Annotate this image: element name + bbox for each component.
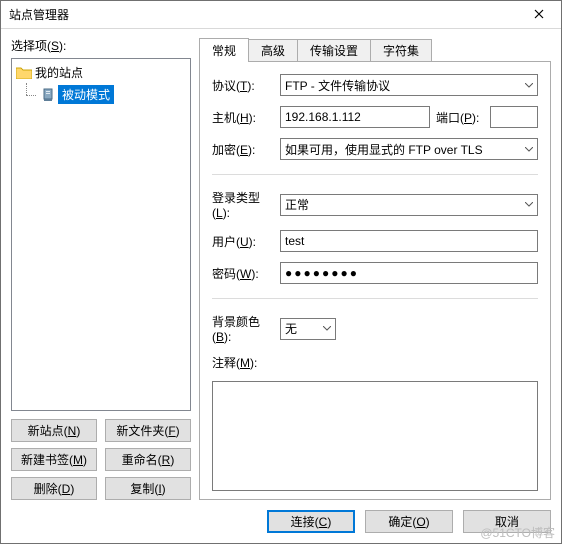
folder-icon [16,66,32,79]
row-logon: 登录类型(L): 正常 [212,189,538,220]
divider [212,174,538,175]
encryption-value: 如果可用，使用显式的 FTP over TLS [285,141,483,158]
main-row: 选择项(S): 我的站点 被动模式 [11,37,551,500]
chevron-down-icon [323,326,331,331]
connect-button[interactable]: 连接(C) [267,510,355,533]
bgcolor-label: 背景颜色(B): [212,313,274,344]
new-folder-button[interactable]: 新文件夹(F) [105,419,191,442]
row-host: 主机(H): 192.168.1.112 端口(P): [212,106,538,128]
chevron-down-icon [525,202,533,207]
tree-root-label: 我的站点 [35,64,83,81]
cancel-button[interactable]: 取消 [463,510,551,533]
logon-value: 正常 [285,196,309,213]
site-manager-window: 站点管理器 选择项(S): 我的站点 [0,0,562,544]
host-label: 主机(H): [212,109,274,126]
encryption-select[interactable]: 如果可用，使用显式的 FTP over TLS [280,138,538,160]
password-label: 密码(W): [212,265,274,282]
tab-transfer[interactable]: 传输设置 [297,39,371,61]
select-entry-label: 选择项(S): [11,37,191,54]
rename-button[interactable]: 重命名(R) [105,448,191,471]
tree-item-label: 被动模式 [58,85,114,104]
tab-bar: 常规 高级 传输设置 字符集 [199,37,551,61]
server-icon [41,88,55,102]
row-protocol: 协议(T): FTP - 文件传输协议 [212,74,538,96]
tab-charset[interactable]: 字符集 [370,39,432,61]
close-button[interactable] [516,1,561,29]
row-bgcolor: 背景颜色(B): 无 [212,313,538,344]
tree-root-my-sites[interactable]: 我的站点 [14,63,188,82]
copy-button[interactable]: 复制(I) [105,477,191,500]
dialog-buttons: 连接(C) 确定(O) 取消 [11,500,551,533]
port-input[interactable] [490,106,538,128]
delete-button[interactable]: 删除(D) [11,477,97,500]
tab-panel-general: 协议(T): FTP - 文件传输协议 主机(H): 192.168.1.112… [199,61,551,500]
right-column: 常规 高级 传输设置 字符集 协议(T): FTP - 文件传输协议 主机( [199,37,551,500]
row-encryption: 加密(E): 如果可用，使用显式的 FTP over TLS [212,138,538,160]
left-column: 选择项(S): 我的站点 被动模式 [11,37,191,500]
bgcolor-value: 无 [285,320,297,337]
protocol-select[interactable]: FTP - 文件传输协议 [280,74,538,96]
protocol-value: FTP - 文件传输协议 [285,77,390,94]
site-tree[interactable]: 我的站点 被动模式 [11,58,191,411]
new-bookmark-button[interactable]: 新建书签(M) [11,448,97,471]
window-title: 站点管理器 [9,6,516,23]
logon-select[interactable]: 正常 [280,194,538,216]
logon-label: 登录类型(L): [212,189,274,220]
chevron-down-icon [525,147,533,152]
tab-advanced[interactable]: 高级 [248,39,298,61]
user-label: 用户(U): [212,233,274,250]
tree-item-site[interactable]: 被动模式 [18,84,188,105]
row-password: 密码(W): ●●●●●●●● [212,262,538,284]
tab-general[interactable]: 常规 [199,38,249,62]
row-user: 用户(U): test [212,230,538,252]
password-input[interactable]: ●●●●●●●● [280,262,538,284]
encryption-label: 加密(E): [212,141,274,158]
new-site-button[interactable]: 新站点(N) [11,419,97,442]
tree-connector-icon [20,87,38,103]
chevron-down-icon [525,83,533,88]
comments-label: 注释(M): [212,354,538,371]
comments-textarea[interactable] [212,381,538,491]
tree-buttons: 新站点(N) 新文件夹(F) 新建书签(M) 重命名(R) 删除(D) 复制(I… [11,419,191,500]
port-label: 端口(P): [436,109,484,126]
user-input[interactable]: test [280,230,538,252]
divider [212,298,538,299]
bgcolor-select[interactable]: 无 [280,318,336,340]
ok-button[interactable]: 确定(O) [365,510,453,533]
host-input[interactable]: 192.168.1.112 [280,106,430,128]
dialog-body: 选择项(S): 我的站点 被动模式 [1,29,561,543]
protocol-label: 协议(T): [212,77,274,94]
close-icon [534,8,544,22]
titlebar: 站点管理器 [1,1,561,29]
